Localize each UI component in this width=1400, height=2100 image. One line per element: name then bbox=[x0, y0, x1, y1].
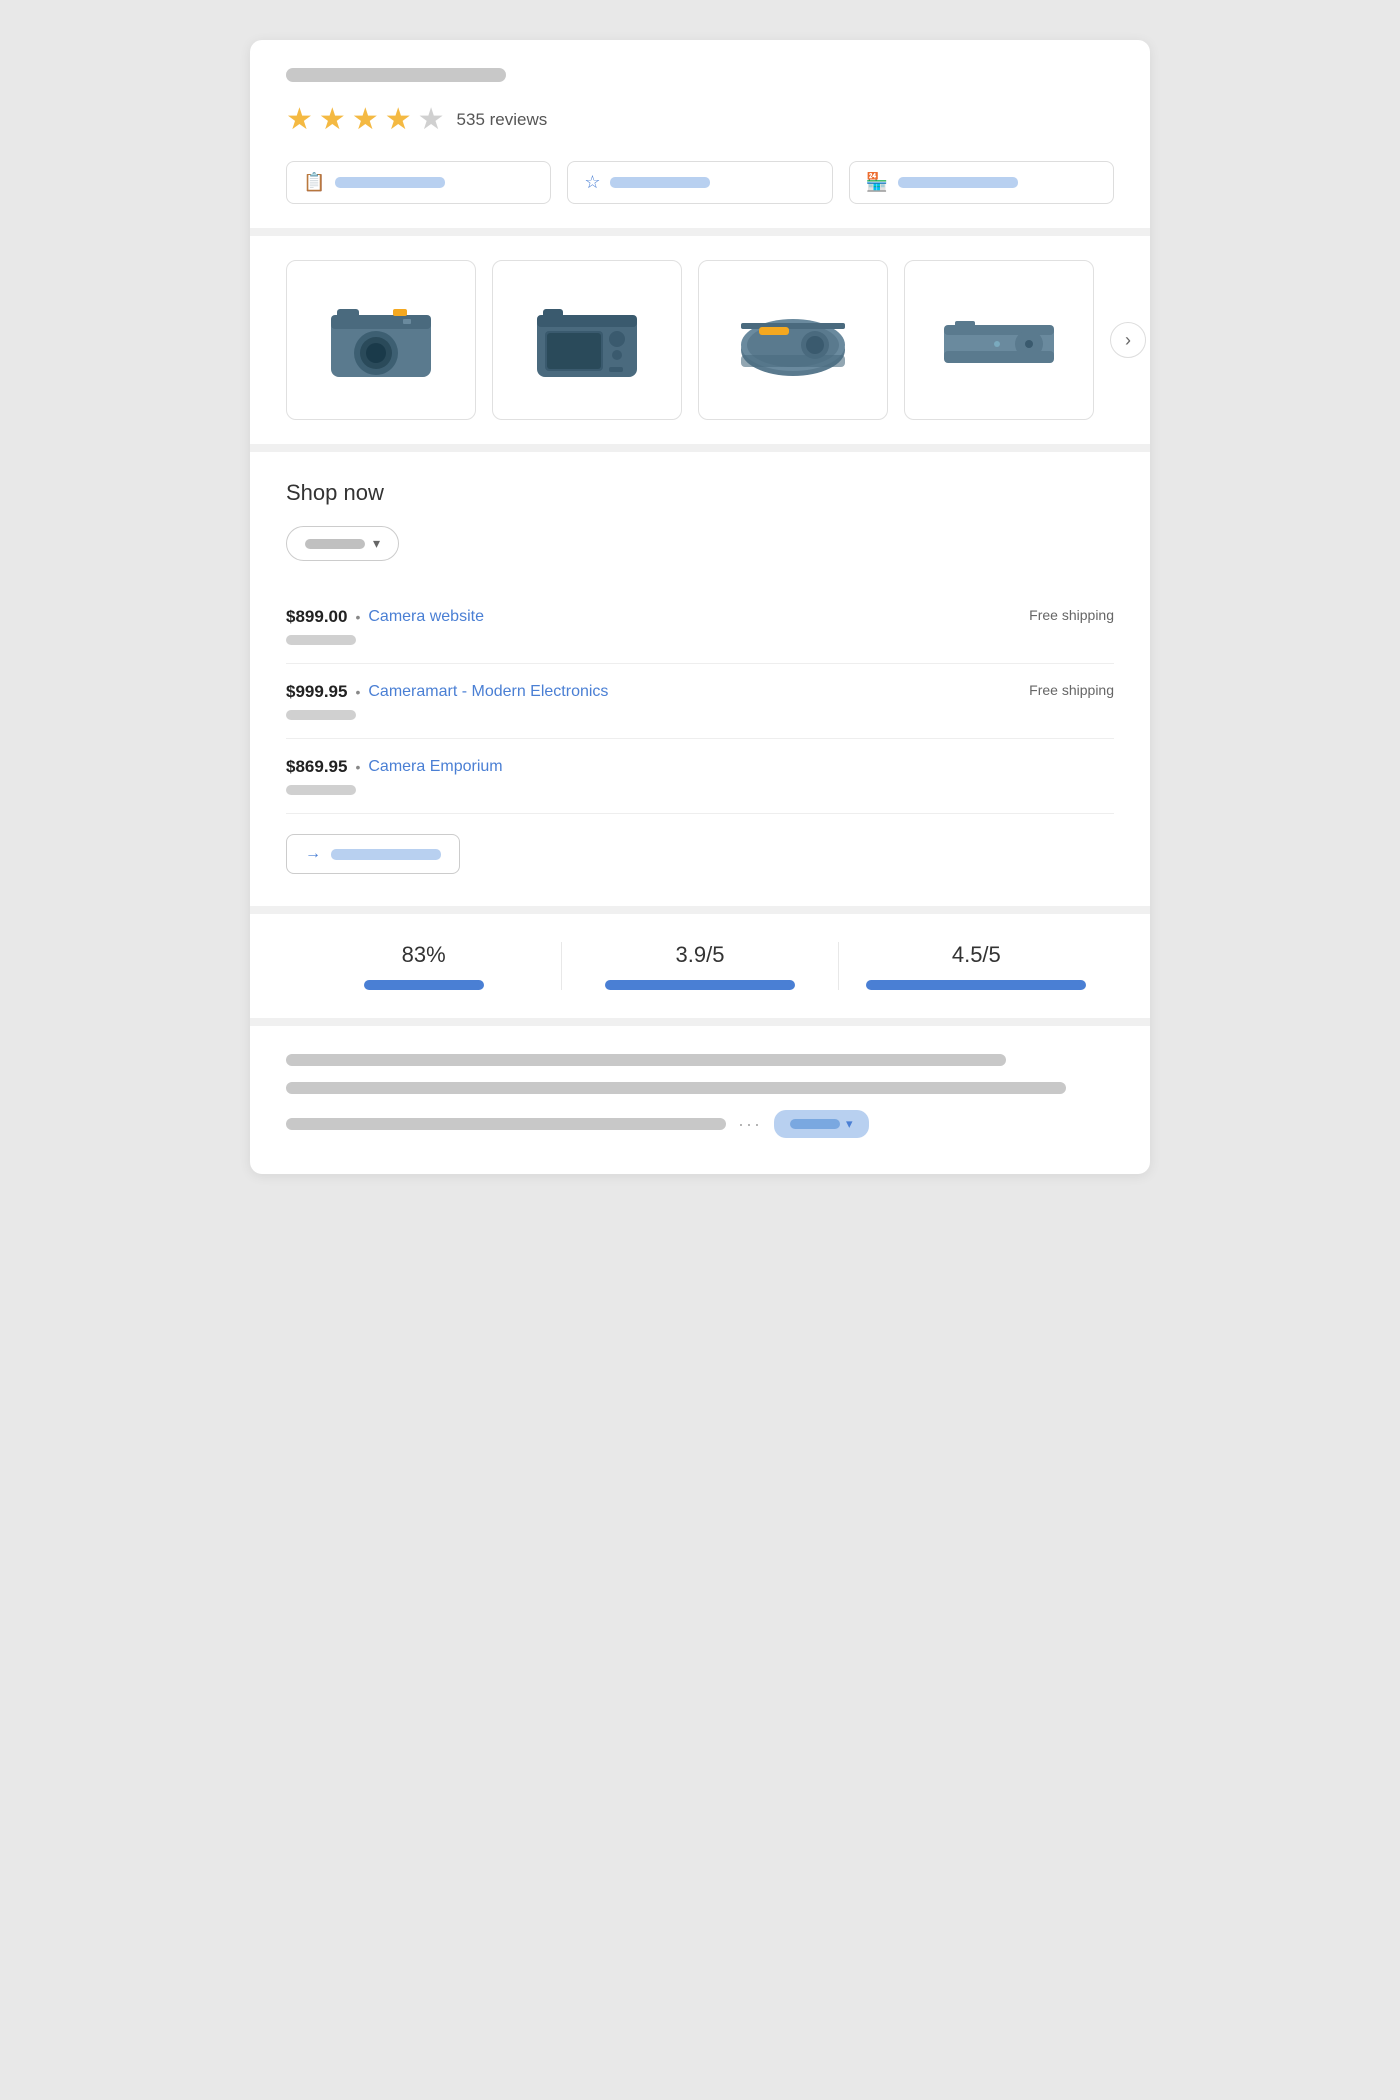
item-2-subtitle bbox=[286, 710, 356, 720]
star-1: ★ bbox=[286, 102, 313, 137]
item-2-shipping: Free shipping bbox=[1029, 682, 1114, 698]
product-title-placeholder bbox=[286, 68, 506, 82]
camera-thumb-2[interactable] bbox=[492, 260, 682, 420]
camera-svg-3 bbox=[733, 295, 853, 385]
stars-row: ★ ★ ★ ★ ★ 535 reviews bbox=[286, 102, 1114, 137]
store-icon: 🏪 bbox=[866, 172, 888, 193]
expand-button[interactable]: ▾ bbox=[774, 1110, 869, 1138]
arrow-right-icon: → bbox=[305, 845, 321, 863]
stat-score2-bar bbox=[866, 980, 1086, 990]
filter-button[interactable]: ▾ bbox=[286, 526, 399, 561]
desc-line-1 bbox=[286, 1054, 1006, 1066]
item-1-subtitle bbox=[286, 635, 356, 645]
stat-score1-bar bbox=[605, 980, 795, 990]
stat-recommend-bar bbox=[364, 980, 484, 990]
shop-item-2: $999.95 • Cameramart - Modern Electronic… bbox=[286, 664, 1114, 739]
stat-score2: 4.5/5 bbox=[839, 942, 1114, 990]
description-section: ··· ▾ bbox=[250, 1026, 1150, 1174]
item-2-dot: • bbox=[355, 684, 360, 700]
stat-score1-value: 3.9/5 bbox=[676, 942, 725, 968]
stores-button[interactable]: 🏪 bbox=[849, 161, 1114, 204]
shop-item-1: $899.00 • Camera website Free shipping bbox=[286, 589, 1114, 664]
desc-line-2 bbox=[286, 1082, 1066, 1094]
camera-svg-2 bbox=[527, 295, 647, 385]
camera-thumb-1[interactable] bbox=[286, 260, 476, 420]
item-3-subtitle bbox=[286, 785, 356, 795]
overview-icon: 📋 bbox=[303, 172, 325, 193]
camera-thumb-4[interactable] bbox=[904, 260, 1094, 420]
star-icon: ☆ bbox=[584, 172, 600, 193]
item-2-store[interactable]: Cameramart - Modern Electronics bbox=[368, 683, 608, 701]
desc-bottom-row: ··· ▾ bbox=[286, 1110, 1114, 1138]
desc-line-3 bbox=[286, 1118, 726, 1130]
stores-label bbox=[898, 177, 1018, 188]
reviews-button[interactable]: ☆ bbox=[567, 161, 832, 204]
overview-label bbox=[335, 177, 445, 188]
item-3-dot: • bbox=[355, 759, 360, 775]
item-1-shipping: Free shipping bbox=[1029, 607, 1114, 623]
shop-item-2-left: $999.95 • Cameramart - Modern Electronic… bbox=[286, 682, 608, 702]
camera-thumb-3[interactable] bbox=[698, 260, 888, 420]
shop-item-1-main: $899.00 • Camera website Free shipping bbox=[286, 607, 1114, 627]
item-3-store[interactable]: Camera Emporium bbox=[368, 758, 502, 776]
stats-section: 83% 3.9/5 4.5/5 bbox=[250, 914, 1150, 1026]
item-3-price: $869.95 bbox=[286, 757, 347, 777]
camera-svg-1 bbox=[321, 295, 441, 385]
ellipsis-icon: ··· bbox=[738, 1114, 762, 1135]
product-card: ★ ★ ★ ★ ★ 535 reviews 📋 ☆ 🏪 bbox=[250, 40, 1150, 1174]
star-5: ★ bbox=[418, 102, 445, 137]
stat-score1: 3.9/5 bbox=[562, 942, 838, 990]
rating-section: ★ ★ ★ ★ ★ 535 reviews 📋 ☆ 🏪 bbox=[250, 40, 1150, 236]
chevron-down-icon: ▾ bbox=[846, 1116, 853, 1132]
shop-item-3-main: $869.95 • Camera Emporium bbox=[286, 757, 1114, 777]
shop-section: Shop now ▾ $899.00 • Camera website Free… bbox=[250, 452, 1150, 914]
star-3: ★ bbox=[352, 102, 379, 137]
star-2: ★ bbox=[319, 102, 346, 137]
camera-svg-4 bbox=[939, 295, 1059, 385]
filter-label bbox=[305, 539, 365, 549]
more-stores-button[interactable]: → bbox=[286, 834, 460, 874]
stat-recommend: 83% bbox=[286, 942, 562, 990]
star-4: ★ bbox=[385, 102, 412, 137]
chevron-down-icon: ▾ bbox=[373, 535, 380, 552]
next-arrow-button[interactable]: › bbox=[1110, 322, 1146, 358]
shop-item-3-left: $869.95 • Camera Emporium bbox=[286, 757, 503, 777]
item-1-price: $899.00 bbox=[286, 607, 347, 627]
overview-button[interactable]: 📋 bbox=[286, 161, 551, 204]
item-1-store[interactable]: Camera website bbox=[368, 608, 484, 626]
reviews-label bbox=[610, 177, 710, 188]
shop-item-1-left: $899.00 • Camera website bbox=[286, 607, 484, 627]
shop-title: Shop now bbox=[286, 480, 1114, 506]
action-buttons: 📋 ☆ 🏪 bbox=[286, 161, 1114, 204]
review-count: 535 reviews bbox=[457, 110, 548, 130]
image-grid bbox=[286, 260, 1094, 420]
item-1-dot: • bbox=[355, 609, 360, 625]
more-stores-label bbox=[331, 849, 441, 860]
item-2-price: $999.95 bbox=[286, 682, 347, 702]
shop-item-2-main: $999.95 • Cameramart - Modern Electronic… bbox=[286, 682, 1114, 702]
expand-label bbox=[790, 1119, 840, 1129]
stat-recommend-value: 83% bbox=[402, 942, 446, 968]
images-section: › bbox=[250, 236, 1150, 452]
stat-score2-value: 4.5/5 bbox=[952, 942, 1001, 968]
shop-item-3: $869.95 • Camera Emporium bbox=[286, 739, 1114, 814]
